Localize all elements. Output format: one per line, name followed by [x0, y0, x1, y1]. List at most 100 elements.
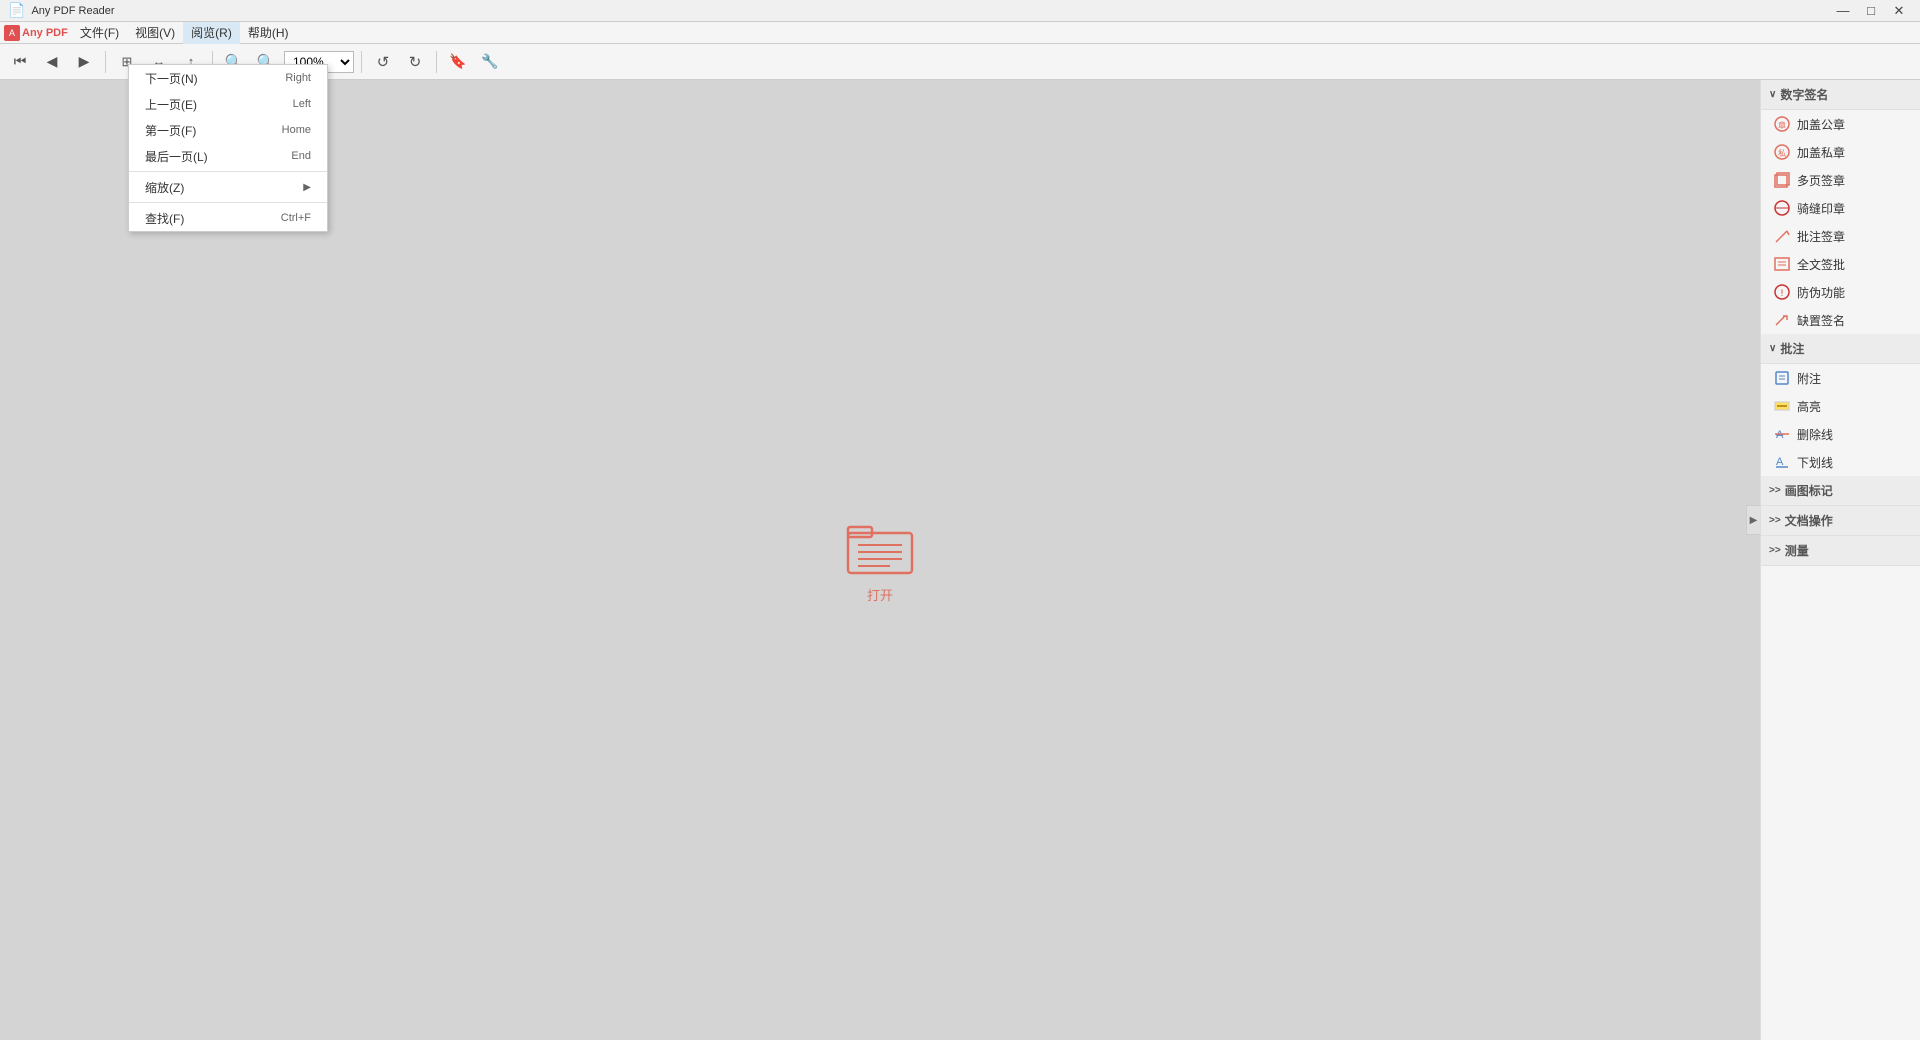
section-measure[interactable]: >> 测量	[1761, 536, 1920, 566]
svg-text:A: A	[1776, 429, 1784, 441]
dropdown-find-shortcut: Ctrl+F	[281, 212, 311, 224]
shrink-seal-icon	[1773, 199, 1791, 217]
logo-text: Any PDF	[22, 27, 68, 39]
toolbar-btn-3[interactable]: ▶	[70, 48, 98, 76]
collapse-arrow-icon: ▶	[1750, 515, 1758, 526]
svg-text:私: 私	[1778, 149, 1786, 158]
toolbar-rotate-right[interactable]: ↻	[401, 48, 429, 76]
chevron-right-icon-2: >>	[1769, 515, 1781, 526]
attach-icon	[1773, 369, 1791, 387]
sidebar-item-batch-sign[interactable]: 批注签章	[1761, 222, 1920, 250]
anti-fake-label: 防伪功能	[1797, 284, 1845, 301]
section-drawing-mark[interactable]: >> 画图标记	[1761, 476, 1920, 506]
svg-text:A: A	[1776, 456, 1784, 468]
dropdown-first-page-label: 第一页(F)	[145, 122, 196, 139]
app-logo-icon: A	[4, 25, 20, 41]
batch-sign-icon	[1773, 227, 1791, 245]
sidebar-item-strikethrough[interactable]: A 删除线	[1761, 420, 1920, 448]
minimize-button[interactable]: —	[1830, 2, 1856, 20]
svg-text:章: 章	[1778, 120, 1786, 130]
toolbar-btn-1[interactable]: ⏮	[6, 48, 34, 76]
section-doc-operation[interactable]: >> 文档操作	[1761, 506, 1920, 536]
section-annotation-label: 批注	[1780, 340, 1804, 357]
sidebar-item-attach[interactable]: 附注	[1761, 364, 1920, 392]
dropdown-last-page[interactable]: 最后一页(L) End	[129, 143, 327, 169]
multi-page-seal-label: 多页签章	[1797, 172, 1845, 189]
separator-4	[436, 51, 437, 73]
chevron-down-icon-2: ∨	[1769, 343, 1776, 354]
separator-3	[361, 51, 362, 73]
anti-fake-icon: !	[1773, 283, 1791, 301]
dropdown-zoom-arrow: ▶	[303, 182, 311, 193]
restore-button[interactable]: □	[1858, 2, 1884, 20]
browse-dropdown-menu: 下一页(N) Right 上一页(E) Left 第一页(F) Home 最后一…	[128, 64, 328, 232]
add-public-seal-label: 加盖公章	[1797, 116, 1845, 133]
sidebar-collapse-tab[interactable]: ▶	[1746, 505, 1760, 535]
close-button[interactable]: ✕	[1886, 2, 1912, 20]
fulltext-sign-label: 全文签批	[1797, 256, 1845, 273]
dropdown-prev-page-shortcut: Left	[293, 98, 311, 110]
sidebar-item-add-public-seal[interactable]: 章 加盖公章	[1761, 110, 1920, 138]
missing-sign-icon	[1773, 311, 1791, 329]
section-drawing-mark-label: 画图标记	[1785, 482, 1833, 499]
dropdown-prev-page[interactable]: 上一页(E) Left	[129, 91, 327, 117]
dropdown-find-label: 查找(F)	[145, 210, 184, 227]
app-icon: 📄	[8, 2, 25, 19]
sidebar-item-anti-fake[interactable]: ! 防伪功能	[1761, 278, 1920, 306]
dropdown-next-page-shortcut: Right	[285, 72, 311, 84]
section-digital-signature[interactable]: ∨ 数字签名	[1761, 80, 1920, 110]
menu-help[interactable]: 帮助(H)	[240, 22, 297, 44]
dropdown-next-page[interactable]: 下一页(N) Right	[129, 65, 327, 91]
toolbar-bookmark[interactable]: 🔖	[444, 48, 472, 76]
folder-open-icon	[844, 517, 916, 577]
sidebar-item-highlight[interactable]: 高亮	[1761, 392, 1920, 420]
strikethrough-icon: A	[1773, 425, 1791, 443]
dropdown-zoom[interactable]: 缩放(Z) ▶	[129, 174, 327, 200]
batch-sign-label: 批注签章	[1797, 228, 1845, 245]
missing-sign-label: 缺置签名	[1797, 312, 1845, 329]
sidebar-item-shrink-seal[interactable]: 骑缝印章	[1761, 194, 1920, 222]
dropdown-zoom-label: 缩放(Z)	[145, 179, 184, 196]
divider-2	[129, 202, 327, 203]
add-private-seal-label: 加盖私章	[1797, 144, 1845, 161]
underline-icon: A	[1773, 453, 1791, 471]
highlight-icon	[1773, 397, 1791, 415]
menu-bar: A Any PDF 文件(F) 视图(V) 阅览(R) 帮助(H)	[0, 22, 1920, 44]
dropdown-find[interactable]: 查找(F) Ctrl+F	[129, 205, 327, 231]
dropdown-first-page[interactable]: 第一页(F) Home	[129, 117, 327, 143]
attach-label: 附注	[1797, 370, 1821, 387]
sidebar-item-fulltext-sign[interactable]: 全文签批	[1761, 250, 1920, 278]
chevron-down-icon: ∨	[1769, 89, 1776, 100]
toolbar-tool[interactable]: 🔧	[476, 48, 504, 76]
title-bar-left: 📄 Any PDF Reader	[8, 2, 115, 19]
sidebar-item-multi-page-seal[interactable]: 多页签章	[1761, 166, 1920, 194]
private-seal-icon: 私	[1773, 143, 1791, 161]
dropdown-last-page-shortcut: End	[291, 150, 311, 162]
sidebar-item-add-private-seal[interactable]: 私 加盖私章	[1761, 138, 1920, 166]
divider-1	[129, 171, 327, 172]
open-file-area[interactable]: 打开	[844, 517, 916, 604]
toolbar-btn-2[interactable]: ◀	[38, 48, 66, 76]
strikethrough-label: 删除线	[1797, 426, 1833, 443]
menu-browse[interactable]: 阅览(R)	[183, 22, 240, 44]
dropdown-prev-page-label: 上一页(E)	[145, 96, 197, 113]
dropdown-first-page-shortcut: Home	[282, 124, 311, 136]
separator-1	[105, 51, 106, 73]
multi-seal-icon	[1773, 171, 1791, 189]
highlight-label: 高亮	[1797, 398, 1821, 415]
sidebar-item-underline[interactable]: A 下划线	[1761, 448, 1920, 476]
menu-file[interactable]: 文件(F)	[72, 22, 127, 44]
toolbar-rotate-left[interactable]: ↺	[369, 48, 397, 76]
app-title: Any PDF Reader	[31, 5, 114, 17]
sidebar-item-missing-sign[interactable]: 缺置签名	[1761, 306, 1920, 334]
title-bar: 📄 Any PDF Reader — □ ✕	[0, 0, 1920, 22]
chevron-right-icon-3: >>	[1769, 545, 1781, 556]
menu-view[interactable]: 视图(V)	[127, 22, 183, 44]
shrink-seal-label: 骑缝印章	[1797, 200, 1845, 217]
right-sidebar: ∨ 数字签名 章 加盖公章 私 加盖私章 多页签章 骑缝印章 批注签章 全文签批…	[1760, 80, 1920, 1040]
dropdown-next-page-label: 下一页(N)	[145, 70, 198, 87]
chevron-right-icon-1: >>	[1769, 485, 1781, 496]
section-annotation[interactable]: ∨ 批注	[1761, 334, 1920, 364]
logo-area: A Any PDF	[4, 25, 68, 41]
fulltext-sign-icon	[1773, 255, 1791, 273]
